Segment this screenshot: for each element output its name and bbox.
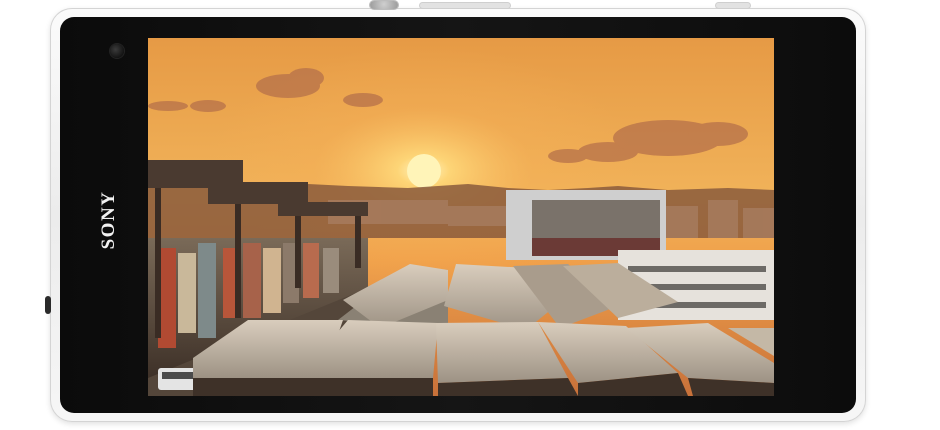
front-camera-icon: [110, 44, 124, 58]
sunset-photo: [148, 38, 774, 396]
side-port: [45, 296, 51, 314]
volume-button[interactable]: [420, 3, 510, 8]
phone-screen: [148, 38, 774, 396]
camera-shutter-button[interactable]: [716, 3, 750, 8]
power-button[interactable]: [370, 1, 398, 9]
sun: [407, 154, 441, 188]
brand-logo: SONY: [98, 190, 119, 250]
